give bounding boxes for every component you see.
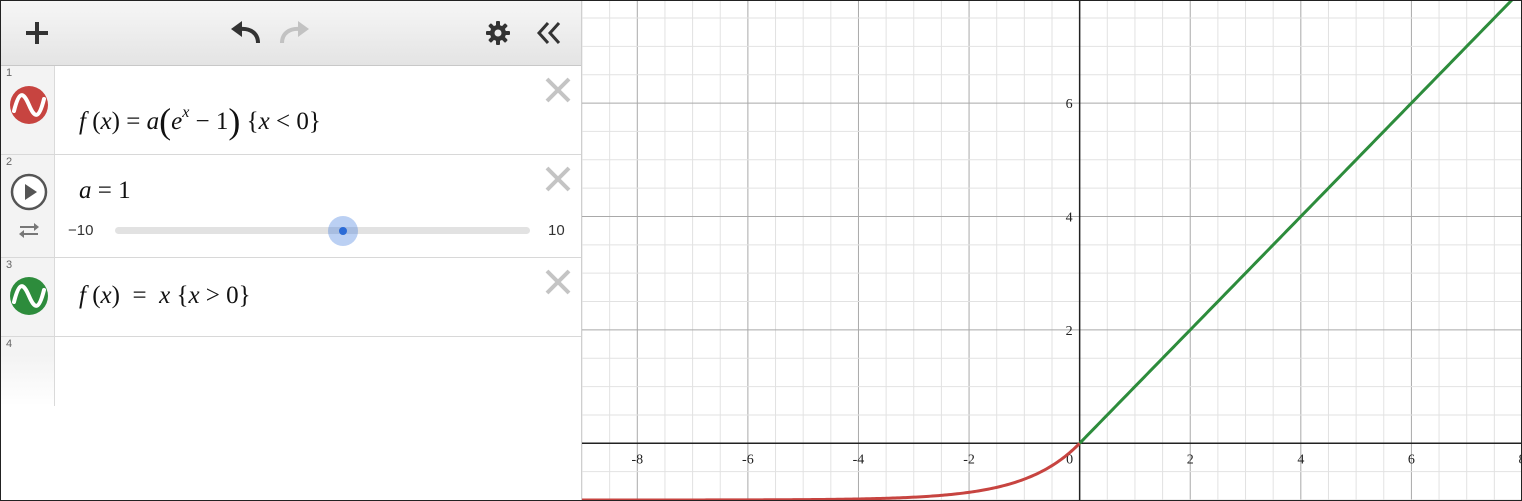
math-token: {	[176, 282, 189, 309]
math-token: )	[228, 101, 241, 141]
expression-row-3[interactable]: 3 f (x) = x {x > 0}	[1, 258, 581, 337]
y-tick-label: 6	[1066, 97, 1073, 112]
math-token: 0	[226, 282, 239, 309]
math-token: x	[258, 108, 270, 135]
math-token: 0	[296, 108, 309, 135]
math-token: x	[100, 108, 112, 135]
close-icon	[545, 166, 571, 192]
collapse-panel-button[interactable]	[532, 15, 566, 51]
math-token: a	[79, 177, 92, 204]
expression-panel: 1 f (x) = a(ex − 1) {x < 0} 2 a = 1 −10 …	[1, 1, 582, 500]
math-token: (	[92, 282, 101, 309]
graph-wave-icon[interactable]	[9, 276, 49, 316]
undo-button[interactable]	[225, 15, 265, 51]
plus-icon	[26, 22, 48, 44]
redo-icon	[280, 21, 309, 44]
math-token: f	[79, 108, 86, 135]
expression-list: 1 f (x) = a(ex − 1) {x < 0} 2 a = 1 −10 …	[1, 66, 581, 500]
graph-wave-icon[interactable]	[9, 85, 49, 125]
loop-icon	[19, 223, 39, 238]
x-tick-label: 2	[1187, 452, 1194, 467]
math-token: =	[126, 108, 141, 135]
math-token: 1	[118, 177, 131, 204]
math-token: {	[246, 108, 259, 135]
undo-icon	[231, 21, 260, 44]
graph-canvas[interactable]: -8-6-4-202468246	[581, 1, 1522, 500]
x-tick-label: 4	[1297, 452, 1304, 467]
add-expression-button[interactable]	[19, 15, 55, 51]
close-icon	[545, 269, 571, 295]
math-token: −	[195, 108, 210, 135]
double-chevron-left-icon	[536, 21, 561, 45]
slider-max-label[interactable]: 10	[548, 222, 565, 239]
settings-button[interactable]	[482, 15, 514, 51]
expression-toolbar	[1, 1, 581, 66]
math-token: 1	[215, 108, 229, 135]
math-token: x	[100, 282, 112, 309]
delete-expression-button[interactable]	[543, 164, 573, 194]
expression-row-4[interactable]: 4	[1, 337, 581, 407]
x-tick-label: -2	[963, 452, 975, 467]
expression-number: 1	[6, 67, 13, 79]
math-token: }	[308, 108, 321, 135]
slider-variable-formula[interactable]: a = 1	[79, 177, 131, 205]
math-token: e	[171, 108, 183, 135]
delete-expression-button[interactable]	[543, 75, 573, 105]
x-tick-label: 6	[1408, 452, 1415, 467]
math-token: (	[92, 108, 101, 135]
slider-min-label[interactable]: −10	[68, 222, 93, 239]
play-slider-button[interactable]	[10, 173, 48, 211]
expression-number: 2	[6, 156, 13, 168]
close-icon	[545, 77, 571, 103]
delete-expression-button[interactable]	[543, 267, 573, 297]
math-token: <	[276, 108, 291, 135]
loop-mode-button[interactable]	[17, 220, 41, 240]
math-token: a	[146, 108, 160, 135]
math-token: }	[238, 282, 251, 309]
desmos-window: 1 f (x) = a(ex − 1) {x < 0} 2 a = 1 −10 …	[0, 0, 1522, 501]
x-tick-label: 8	[1519, 452, 1522, 467]
graph-paper[interactable]: -8-6-4-202468246	[581, 1, 1522, 500]
slider-track[interactable]	[115, 227, 530, 234]
math-token: )	[111, 282, 120, 309]
math-token: =	[132, 282, 147, 309]
math-token: x	[188, 282, 200, 309]
expression-number: 3	[6, 259, 13, 271]
expression-row-2[interactable]: 2 a = 1 −10 10	[1, 155, 581, 258]
slider-thumb[interactable]	[328, 216, 359, 246]
math-token: x	[159, 282, 171, 309]
expression-number: 4	[6, 338, 13, 350]
math-token: f	[79, 282, 86, 309]
play-icon	[10, 173, 48, 211]
math-token: )	[111, 108, 120, 135]
x-tick-label: -6	[742, 452, 754, 467]
expression-row-1[interactable]: 1 f (x) = a(ex − 1) {x < 0}	[1, 66, 581, 155]
x-tick-label: -8	[631, 452, 643, 467]
math-token: >	[205, 282, 220, 309]
y-tick-label: 2	[1066, 324, 1073, 339]
x-tick-label: -4	[853, 452, 865, 467]
expression-formula[interactable]: f (x) = a(ex − 1) {x < 0}	[79, 96, 321, 141]
math-token: (	[159, 101, 172, 141]
math-token: x	[182, 104, 190, 121]
redo-button[interactable]	[275, 15, 315, 51]
math-token: =	[97, 177, 112, 204]
expression-formula[interactable]: f (x) = x {x > 0}	[79, 282, 251, 310]
gear-icon	[486, 21, 510, 45]
y-tick-label: 4	[1066, 210, 1073, 225]
